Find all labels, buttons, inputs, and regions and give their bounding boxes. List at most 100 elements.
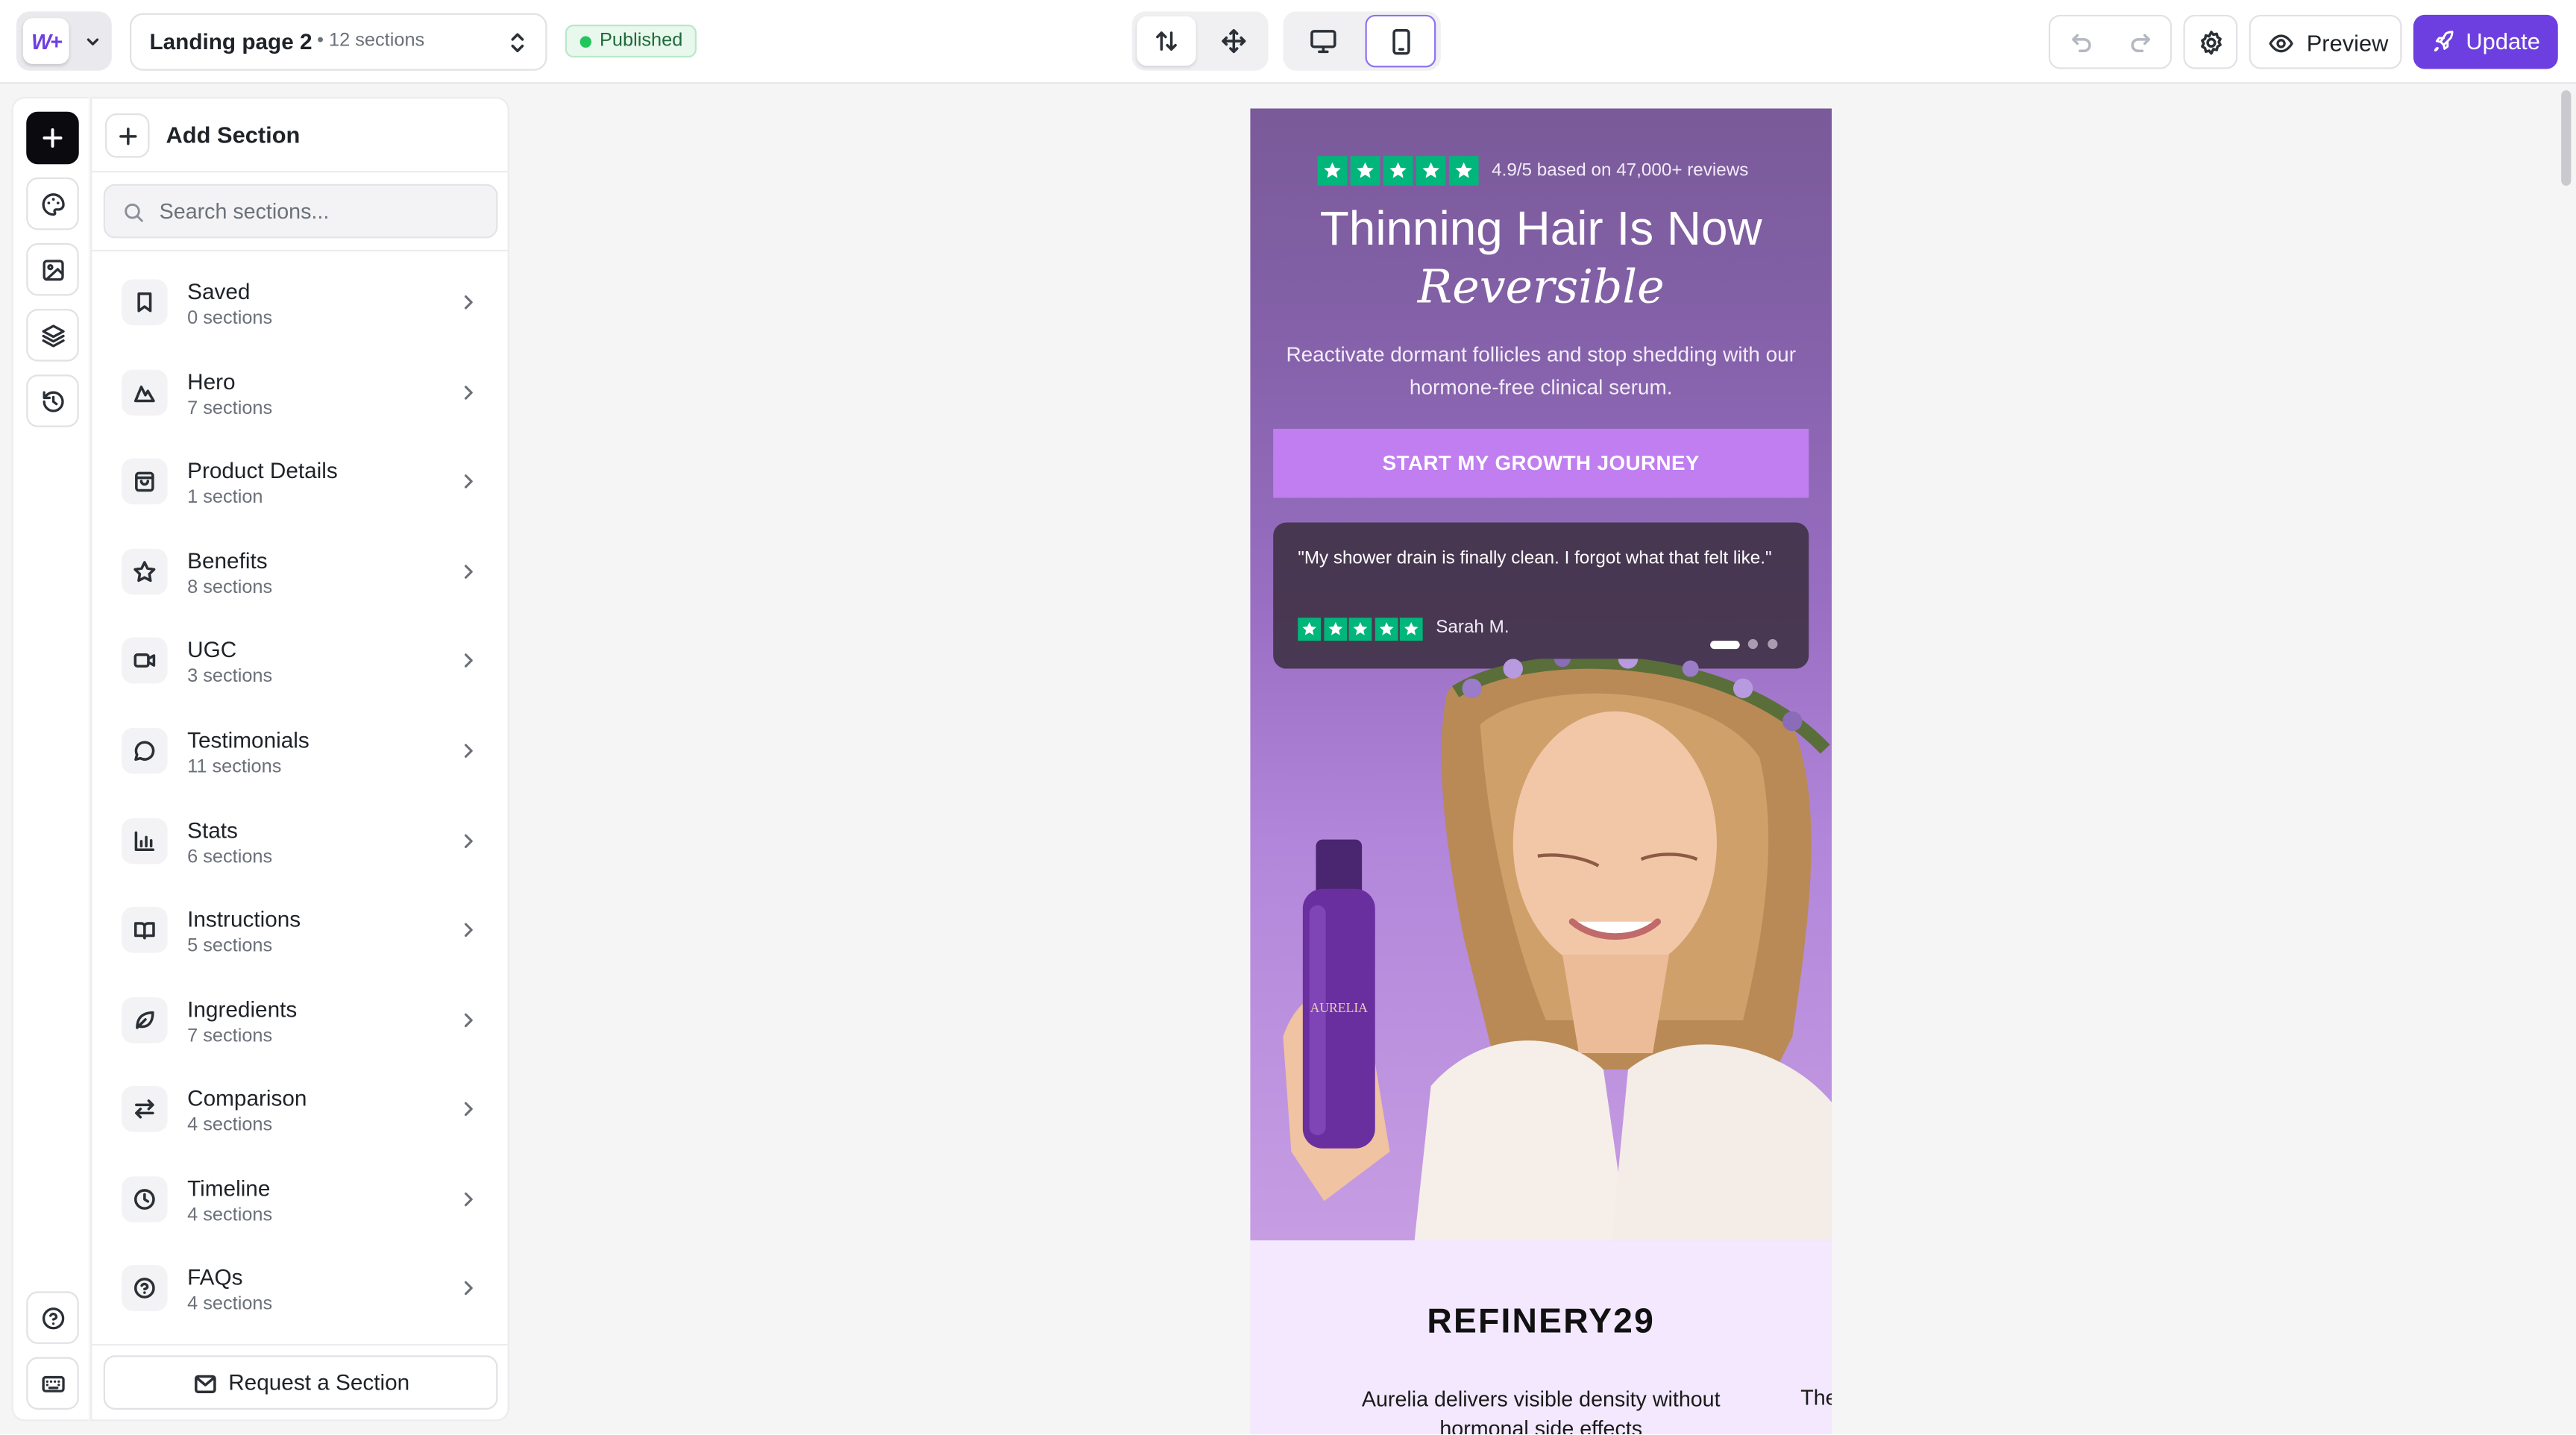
category-testimonials[interactable]: Testimonials 11 sections	[105, 712, 496, 797]
category-name: Stats	[187, 817, 238, 844]
star-icon	[1323, 618, 1347, 641]
category-icon-box	[122, 637, 168, 684]
reorder-icon	[1156, 31, 1177, 51]
panel-title: Add Section	[166, 122, 301, 148]
preview-label: Preview	[2306, 29, 2389, 56]
device-toggle	[1283, 11, 1441, 71]
undo-icon	[2072, 34, 2091, 53]
canvas-scrollbar[interactable]	[2561, 90, 2572, 186]
category-icon-box	[122, 1176, 168, 1222]
category-product-details[interactable]: Product Details 1 section	[105, 442, 496, 528]
category-benefits[interactable]: Benefits 8 sections	[105, 533, 496, 618]
category-icon-box	[122, 548, 168, 595]
leaf-icon	[136, 1011, 154, 1029]
history-rail-button[interactable]	[26, 374, 79, 427]
category-timeline[interactable]: Timeline 4 sections	[105, 1160, 496, 1246]
category-count: 7 sections	[187, 1026, 273, 1047]
category-ugc[interactable]: UGC 3 sections	[105, 621, 496, 707]
update-button[interactable]: Update	[2413, 14, 2558, 69]
category-hero[interactable]: Hero 7 sections	[105, 354, 496, 439]
category-count: 4 sections	[187, 1115, 273, 1136]
category-saved[interactable]: Saved 0 sections	[105, 263, 496, 348]
testimonial-quote: "My shower drain is finally clean. I for…	[1298, 548, 1772, 569]
status-dot	[579, 36, 592, 48]
help-circle-icon	[133, 1278, 155, 1299]
reorder-mode-button[interactable]	[1137, 16, 1196, 66]
category-name: Saved	[187, 279, 251, 304]
press-quote-next: The	[1800, 1384, 1832, 1410]
undo-button[interactable]	[2052, 18, 2111, 67]
bar-chart-icon	[134, 831, 155, 852]
testimonial-card[interactable]: "My shower drain is finally clean. I for…	[1273, 522, 1809, 669]
add-section-button[interactable]	[104, 113, 150, 158]
category-count: 7 sections	[187, 399, 273, 419]
panel-divider	[92, 249, 508, 252]
chevron-right-icon	[464, 1013, 473, 1028]
move-mode-button[interactable]	[1204, 16, 1263, 66]
category-count: 3 sections	[187, 667, 273, 687]
chevron-right-icon	[464, 1281, 473, 1296]
category-count: 1 section	[187, 488, 263, 508]
category-instructions[interactable]: Instructions 5 sections	[105, 891, 496, 976]
carousel-dot[interactable]	[1747, 638, 1758, 650]
top-bar: W+ Landing page 2 • 12 sections Publishe…	[0, 0, 2576, 84]
press-section[interactable]: REFINERY29 Aurelia delivers visible dens…	[1250, 1240, 1832, 1435]
add-section-rail-button[interactable]	[26, 111, 79, 165]
status-text: Published	[600, 31, 683, 51]
shortcuts-rail-button[interactable]	[26, 1357, 79, 1410]
trustpilot-star-icon	[1350, 156, 1380, 186]
app-logo: W+	[22, 18, 69, 64]
search-icon	[125, 203, 143, 222]
category-comparison[interactable]: Comparison 4 sections	[105, 1070, 496, 1155]
category-icon-box	[122, 817, 168, 864]
layers-rail-button[interactable]	[26, 309, 79, 362]
mobile-view-button[interactable]	[1365, 14, 1436, 68]
chevron-right-icon	[464, 923, 473, 938]
request-section-button[interactable]: Request a Section	[103, 1355, 498, 1410]
category-count: 6 sections	[187, 847, 273, 868]
star-icon	[1399, 618, 1423, 641]
category-faqs[interactable]: FAQs 4 sections	[105, 1249, 496, 1334]
hero-headline-italic: Reversible	[1417, 260, 1665, 314]
hero-model-image: AURELIA	[1283, 659, 1832, 1241]
redo-button[interactable]	[2111, 18, 2170, 67]
status-badge: Published	[565, 25, 697, 58]
rating-row: 4.9/5 based on 47,000+ reviews	[1317, 156, 1748, 186]
carousel-dot[interactable]	[1768, 638, 1778, 650]
trustpilot-star-icon	[1383, 156, 1413, 186]
chevron-right-icon	[464, 474, 473, 489]
theme-rail-button[interactable]	[26, 177, 79, 230]
desktop-view-button[interactable]	[1291, 16, 1354, 66]
carousel-dot-active[interactable]	[1710, 639, 1740, 649]
category-stats[interactable]: Stats 6 sections	[105, 802, 496, 888]
app-logo-text: W+	[31, 28, 63, 54]
help-rail-button[interactable]	[26, 1291, 79, 1344]
star-icon	[1374, 618, 1398, 641]
panel-footer-divider	[92, 1343, 508, 1346]
category-name: Hero	[187, 369, 236, 395]
search-input[interactable]: Search sections...	[103, 183, 498, 239]
settings-button[interactable]	[2183, 14, 2238, 69]
hero-section[interactable]: 4.9/5 based on 47,000+ reviews Thinning …	[1250, 108, 1832, 1241]
hero-headline: Thinning Hair Is Now	[1319, 204, 1762, 257]
app-switcher[interactable]: W+	[16, 11, 112, 71]
chevron-right-icon	[464, 565, 473, 579]
chevron-right-icon	[464, 386, 473, 400]
star-icon	[1298, 618, 1322, 641]
mobile-icon	[1392, 28, 1410, 54]
cta-button[interactable]: START MY GROWTH JOURNEY	[1273, 428, 1809, 498]
image-icon	[42, 259, 63, 280]
category-icon-box	[122, 1086, 168, 1132]
page-selector[interactable]: Landing page 2 • 12 sections	[130, 13, 547, 71]
media-rail-button[interactable]	[26, 243, 79, 296]
rocket-icon	[2434, 31, 2454, 51]
star-icon	[1348, 618, 1372, 641]
bottle-brand-text: AURELIA	[1310, 1000, 1369, 1015]
chevron-right-icon	[464, 653, 473, 668]
category-ingredients[interactable]: Ingredients 7 sections	[105, 981, 496, 1067]
category-name: Product Details	[187, 458, 338, 483]
book-icon	[133, 922, 155, 940]
left-rail	[11, 96, 89, 1422]
mobile-page-preview[interactable]: 4.9/5 based on 47,000+ reviews Thinning …	[1250, 108, 1832, 1435]
preview-button[interactable]: Preview	[2249, 14, 2402, 69]
